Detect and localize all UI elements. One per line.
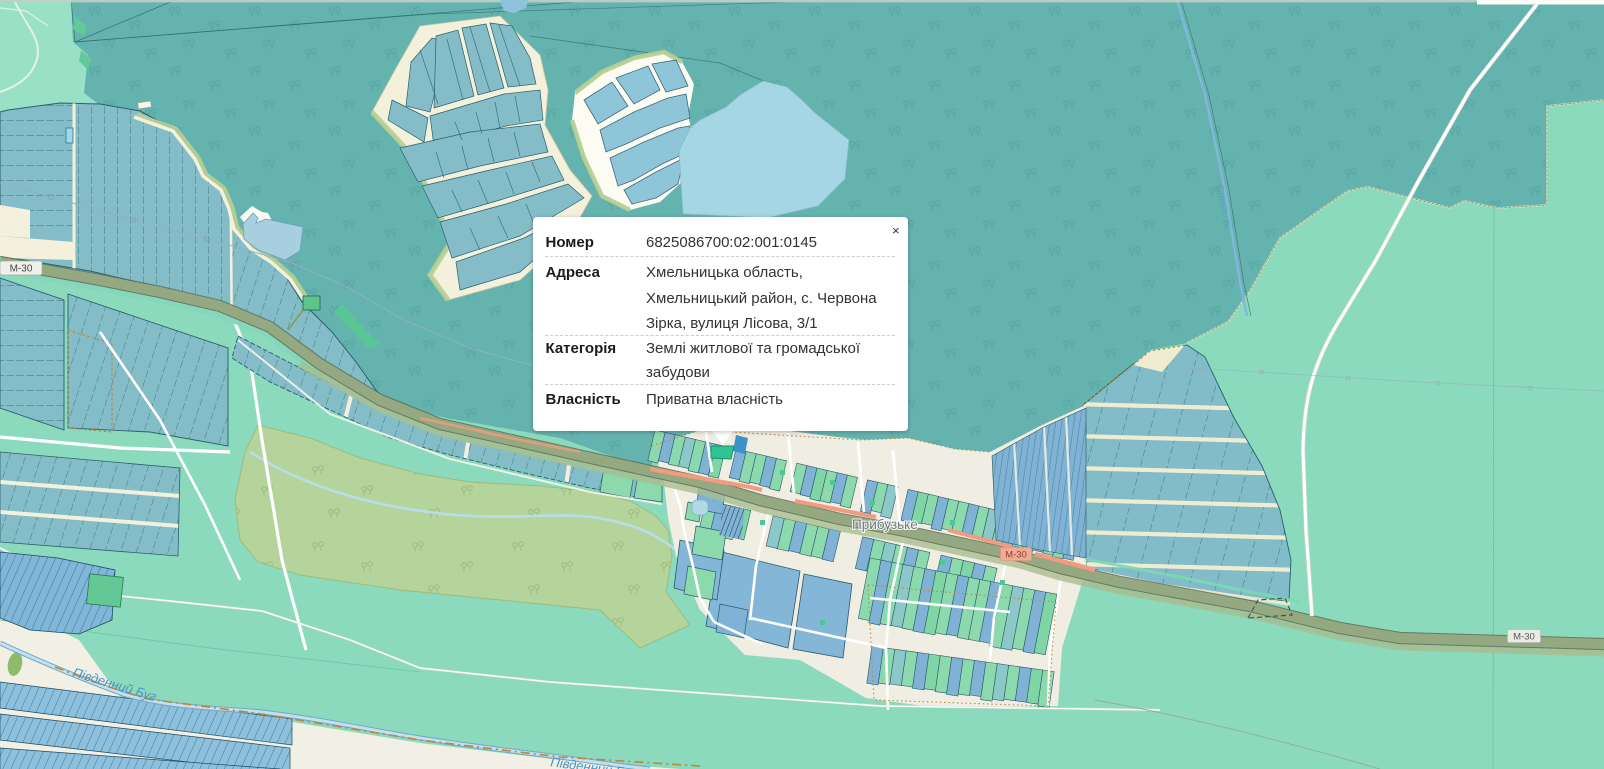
svg-text:М-30: М-30 — [1005, 549, 1027, 560]
svg-text:М-30: М-30 — [1513, 631, 1535, 642]
svg-text:Прибузьке: Прибузьке — [852, 517, 918, 532]
svg-text:М-30: М-30 — [10, 264, 33, 275]
